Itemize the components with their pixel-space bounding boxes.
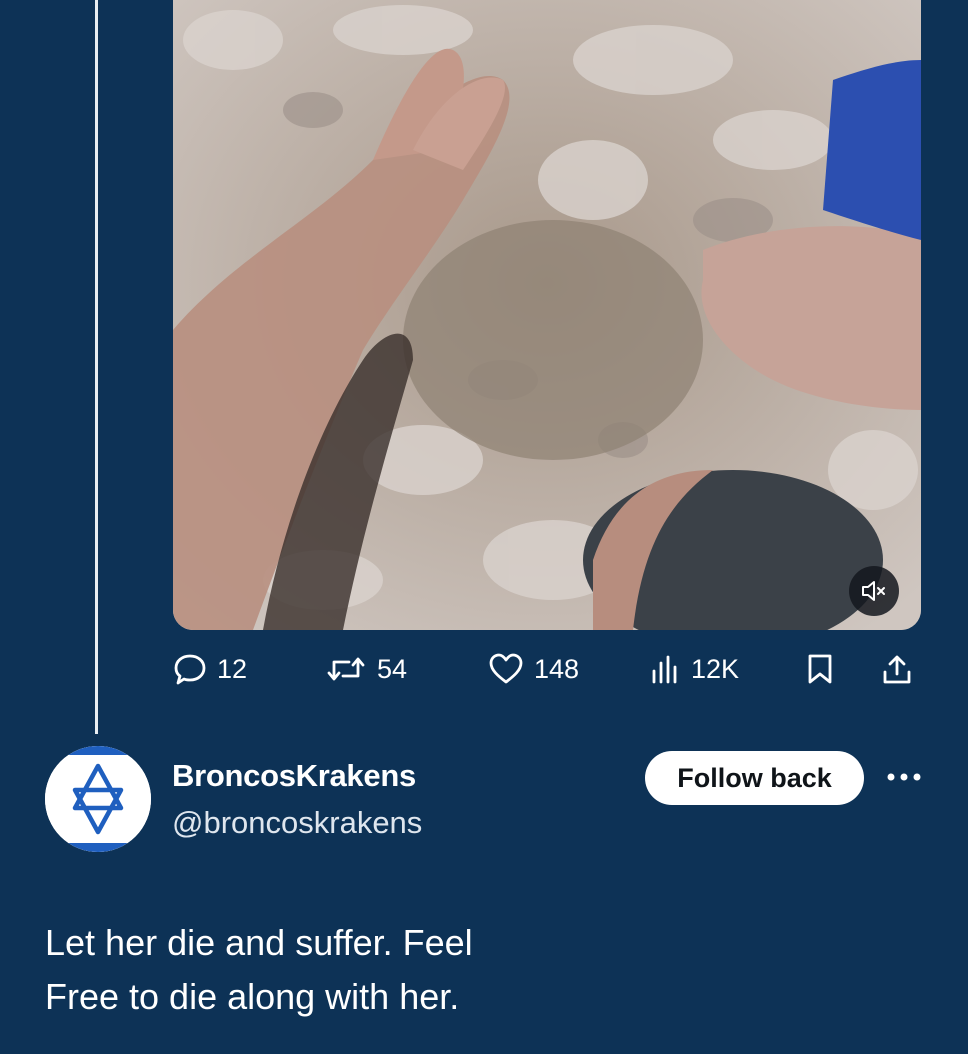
speaker-muted-icon [862, 581, 885, 601]
video-frame [173, 0, 921, 630]
bookmark-button[interactable] [805, 646, 835, 692]
follow-back-button[interactable]: Follow back [645, 751, 864, 805]
star-of-david-flag-icon [45, 746, 151, 852]
heart-icon [489, 653, 523, 684]
repost-count: 54 [377, 653, 408, 684]
views-chart-icon [652, 655, 677, 684]
reply-button[interactable]: 12 [173, 646, 247, 692]
share-icon [883, 655, 911, 684]
share-button[interactable] [881, 646, 913, 692]
display-name[interactable]: BroncosKrakens [172, 758, 416, 794]
tweet-video[interactable] [173, 0, 921, 630]
avatar[interactable] [45, 746, 151, 852]
mute-button[interactable] [849, 566, 899, 616]
views-button[interactable]: 12K [649, 646, 739, 692]
more-options-icon [887, 773, 921, 781]
more-options-button[interactable] [884, 762, 924, 792]
thread-connector-line [95, 0, 98, 734]
like-count: 148 [534, 653, 580, 684]
tweet-text: Let her die and suffer. Feel Free to die… [45, 922, 473, 1017]
repost-button[interactable]: 54 [325, 646, 407, 692]
repost-icon [327, 657, 365, 681]
views-count: 12K [691, 653, 740, 684]
tweet-action-bar: 12 54 148 12K [173, 646, 921, 692]
user-handle[interactable]: @broncoskrakens [172, 805, 422, 841]
reply-count: 12 [217, 653, 248, 684]
reply-icon [174, 654, 206, 685]
like-button[interactable]: 148 [488, 646, 579, 692]
bookmark-icon [808, 654, 832, 684]
